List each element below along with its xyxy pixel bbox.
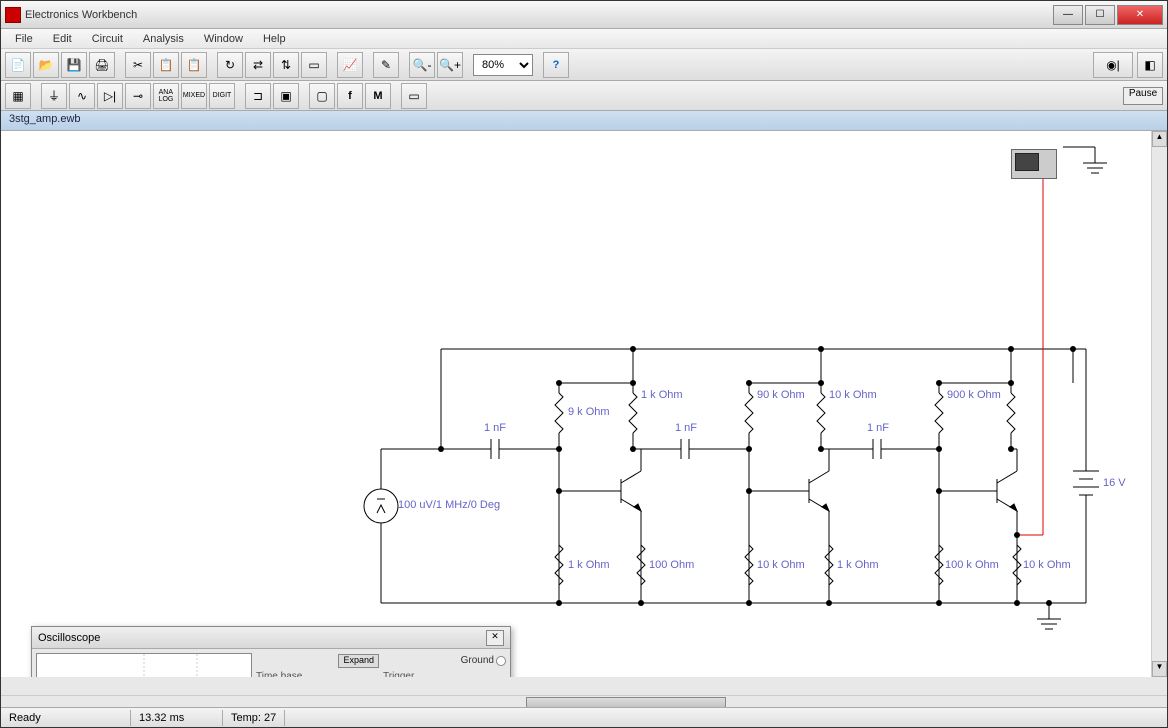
basic-bin[interactable]: ∿ [69, 83, 95, 109]
app-icon [5, 7, 21, 23]
toggle-button[interactable]: ◧ [1137, 52, 1163, 78]
maximize-button[interactable]: ☐ [1085, 5, 1115, 25]
paste-button[interactable]: 📋 [181, 52, 207, 78]
statusbar: Ready 13.32 ms Temp: 27 [1, 707, 1167, 727]
ground-label: Ground [461, 655, 494, 666]
transistors-bin[interactable]: ⊸ [125, 83, 151, 109]
app-window: Electronics Workbench — ☐ ✕ File Edit Ci… [0, 0, 1168, 728]
window-controls: — ☐ ✕ [1053, 5, 1163, 25]
menu-edit[interactable]: Edit [43, 31, 82, 47]
menu-file[interactable]: File [5, 31, 43, 47]
c2-label: 1 nF [675, 422, 697, 434]
r8-label: 10 k Ohm [757, 559, 805, 571]
r1-label: 9 k Ohm [568, 406, 610, 418]
minimize-button[interactable]: — [1053, 5, 1083, 25]
rotate-button[interactable]: ↻ [217, 52, 243, 78]
digital-bin[interactable]: DIGIT [209, 83, 235, 109]
mixed-bin[interactable]: MIXED [181, 83, 207, 109]
r9-label: 1 k Ohm [837, 559, 879, 571]
menu-circuit[interactable]: Circuit [82, 31, 133, 47]
misc-bin[interactable]: M [365, 83, 391, 109]
logic-gates-bin[interactable]: ⊐ [245, 83, 271, 109]
source-label: 100 uV/1 MHz/0 Deg [398, 499, 500, 511]
new-button[interactable]: 📄 [5, 52, 31, 78]
toolbar-components: ▦ ⏚ ∿ ▷| ⊸ ANALOG MIXED DIGIT ⊐ ▣ ▢ f M … [1, 81, 1167, 111]
controls-bin[interactable]: f [337, 83, 363, 109]
pause-button[interactable]: Pause [1123, 87, 1163, 105]
scroll-up-arrow[interactable]: ▲ [1152, 131, 1167, 147]
r7-label: 100 Ohm [649, 559, 694, 571]
oscilloscope-close-button[interactable]: ✕ [486, 630, 504, 646]
vertical-scrollbar[interactable]: ▲ ▼ [1151, 131, 1167, 677]
timebase-label: Time base [256, 671, 379, 677]
menubar: File Edit Circuit Analysis Window Help [1, 29, 1167, 49]
r3-label: 90 k Ohm [757, 389, 805, 401]
close-button[interactable]: ✕ [1117, 5, 1163, 25]
menu-analysis[interactable]: Analysis [133, 31, 194, 47]
status-temp: Temp: 27 [223, 710, 285, 726]
r5-label: 900 k Ohm [947, 389, 1001, 401]
integrated-bin[interactable]: ▣ [273, 83, 299, 109]
status-ready: Ready [1, 710, 131, 726]
instruments-bin[interactable]: ▭ [401, 83, 427, 109]
menu-help[interactable]: Help [253, 31, 296, 47]
oscilloscope-title: Oscilloscope [38, 632, 486, 644]
favorites-bin[interactable]: ▦ [5, 83, 31, 109]
trigger-label: Trigger [383, 671, 506, 677]
circuit-schematic [1, 131, 1151, 671]
indicators-bin[interactable]: ▢ [309, 83, 335, 109]
ground-terminal[interactable] [496, 656, 506, 666]
r6-label: 1 k Ohm [568, 559, 610, 571]
c3-label: 1 nF [867, 422, 889, 434]
r10-label: 100 k Ohm [945, 559, 999, 571]
zoom-out-button[interactable]: 🔍- [409, 52, 435, 78]
titlebar: Electronics Workbench — ☐ ✕ [1, 1, 1167, 29]
expand-button[interactable]: Expand [338, 654, 379, 668]
c1-label: 1 nF [484, 422, 506, 434]
power-switch[interactable]: ◉| [1093, 52, 1133, 78]
menu-window[interactable]: Window [194, 31, 253, 47]
app-title: Electronics Workbench [25, 9, 1053, 21]
oscilloscope-window: Oscilloscope ✕ [31, 626, 511, 677]
r11-label: 10 k Ohm [1023, 559, 1071, 571]
sources-bin[interactable]: ⏚ [41, 83, 67, 109]
help-button[interactable]: ? [543, 52, 569, 78]
graph-button[interactable]: 📈 [337, 52, 363, 78]
subcircuit-button[interactable]: ▭ [301, 52, 327, 78]
flip-h-button[interactable]: ⇄ [245, 52, 271, 78]
print-button[interactable]: 🖨 [89, 52, 115, 78]
open-button[interactable]: 📂 [33, 52, 59, 78]
cut-button[interactable]: ✂ [125, 52, 151, 78]
component-props-button[interactable]: ✎ [373, 52, 399, 78]
document-tab[interactable]: 3stg_amp.ewb [1, 111, 1167, 131]
status-time: 13.32 ms [131, 710, 223, 726]
oscilloscope-display [36, 653, 252, 677]
diodes-bin[interactable]: ▷| [97, 83, 123, 109]
scroll-down-arrow[interactable]: ▼ [1152, 661, 1167, 677]
zoom-select[interactable]: 80% [473, 54, 533, 76]
circuit-canvas[interactable]: 100 uV/1 MHz/0 Deg 1 nF 9 k Ohm 1 k Ohm … [1, 131, 1167, 677]
vcc-label: 16 V [1103, 477, 1126, 489]
copy-button[interactable]: 📋 [153, 52, 179, 78]
save-button[interactable]: 💾 [61, 52, 87, 78]
oscilloscope-instrument[interactable] [1011, 149, 1057, 179]
flip-v-button[interactable]: ⇅ [273, 52, 299, 78]
zoom-in-button[interactable]: 🔍+ [437, 52, 463, 78]
toolbar-main: 📄 📂 💾 🖨 ✂ 📋 📋 ↻ ⇄ ⇅ ▭ 📈 ✎ 🔍- 🔍+ 80% ? ◉|… [1, 49, 1167, 81]
oscilloscope-titlebar[interactable]: Oscilloscope ✕ [32, 627, 510, 649]
analog-bin[interactable]: ANALOG [153, 83, 179, 109]
r2-label: 1 k Ohm [641, 389, 683, 401]
r4-label: 10 k Ohm [829, 389, 877, 401]
